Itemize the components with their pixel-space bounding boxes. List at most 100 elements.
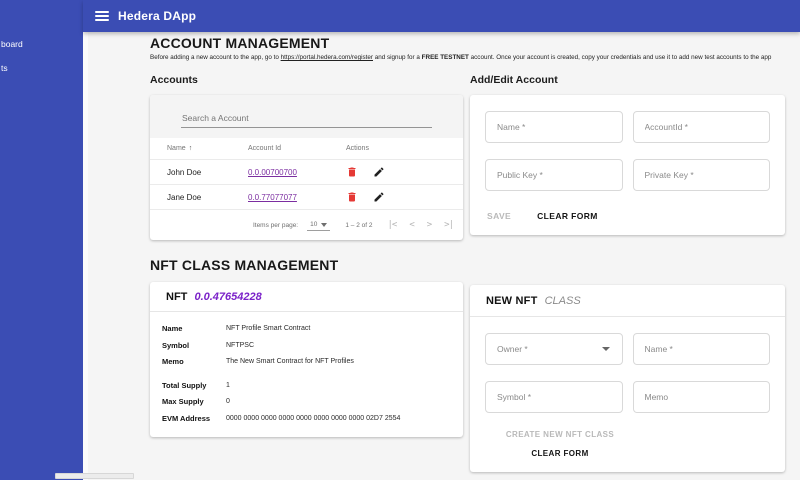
clear-nft-form-button[interactable]: CLEAR FORM [531, 449, 588, 458]
nft-symbol-input[interactable] [497, 392, 611, 402]
account-id-field[interactable] [632, 111, 770, 143]
public-key-field[interactable] [485, 159, 623, 191]
name-input[interactable] [497, 122, 611, 132]
public-key-input[interactable] [497, 170, 611, 180]
nft-detail-value: 1 [226, 381, 230, 389]
nft-detail-label: Name [162, 324, 183, 333]
add-edit-account-card: SAVE CLEAR FORM [470, 95, 785, 235]
account-name-cell: Jane Doe [167, 192, 202, 202]
new-nft-class-card: NEW NFT CLASS Owner * Name * Symbol * Me… [470, 285, 785, 472]
nft-detail-row: EVM Address 0000 0000 0000 0000 0000 000… [162, 411, 451, 428]
nft-card-header: NFT 0.0.47654228 [150, 282, 463, 312]
nft-detail-row: Max Supply 0 [162, 394, 451, 411]
owner-select-label: Owner * [497, 344, 528, 354]
nft-name-field[interactable] [632, 333, 770, 365]
nft-detail-row: Total Supply 1 [162, 378, 451, 395]
nft-title-prefix: NFT [166, 291, 188, 303]
delete-icon[interactable] [346, 166, 358, 178]
menu-icon[interactable] [95, 11, 109, 21]
previous-page-icon[interactable]: < [409, 220, 415, 230]
intro-mid: and signup for a [373, 54, 422, 61]
nft-details-card: NFT 0.0.47654228 Name NFT Profile Smart … [150, 282, 463, 437]
main-content: ACCOUNT MANAGEMENT Before adding a new a… [83, 32, 800, 480]
nft-name-input[interactable] [644, 344, 758, 354]
section-title-account-management: ACCOUNT MANAGEMENT [150, 35, 330, 51]
nft-detail-label: Symbol [162, 340, 190, 350]
nft-detail-row: Symbol NFTPSC [162, 338, 451, 355]
app-toolbar: Hedera DApp [83, 0, 800, 32]
column-header-actions: Actions [346, 145, 369, 152]
sidebar-item-accounts[interactable]: ts [0, 61, 83, 85]
intro-post: account. Once your account is created, c… [468, 54, 772, 61]
nft-detail-value: 0 [226, 398, 230, 405]
table-row: John Doe 0.0.00700700 [150, 160, 463, 185]
sidebar: board ts [0, 0, 83, 480]
nft-detail-label: Total Supply [162, 380, 207, 390]
page-size-select[interactable]: 10 [307, 219, 331, 231]
accounts-heading: Accounts [150, 74, 198, 86]
column-header-account-id[interactable]: Account Id [248, 145, 346, 152]
new-nft-title-bold: NEW NFT [486, 295, 538, 307]
nft-detail-value: NFTPSC [226, 341, 254, 349]
delete-icon[interactable] [346, 191, 358, 203]
account-id-link[interactable]: 0.0.77077077 [248, 193, 297, 202]
add-edit-account-section: Add/Edit Account Name * AccountId * Publ… [470, 61, 785, 235]
page-size-value: 10 [310, 221, 318, 228]
account-name-cell: John Doe [167, 167, 202, 177]
new-nft-class-section: NEW NFT CLASS Owner * Name * Symbol * Me… [470, 285, 785, 472]
intro-emph: FREE TESTNET [421, 54, 469, 61]
column-header-name-label: Name [167, 145, 186, 152]
name-field[interactable] [485, 111, 623, 143]
account-id-link[interactable]: 0.0.00700700 [248, 168, 297, 177]
paginator: Items per page: 10 1 – 2 of 2 |< < > >| [150, 210, 463, 240]
sidebar-item-dashboard[interactable]: board [0, 37, 83, 61]
account-id-input[interactable] [644, 122, 758, 132]
sort-arrow-icon: ↑ [188, 145, 193, 152]
chevron-down-icon [321, 222, 328, 227]
section-title-nft-class-management: NFT CLASS MANAGEMENT [150, 257, 339, 273]
nft-details-section: NFT 0.0.47654228 Name NFT Profile Smart … [150, 282, 463, 437]
chevron-down-icon [601, 347, 610, 351]
nft-detail-value: 0000 0000 0000 0000 0000 0000 0000 0000 … [226, 414, 401, 422]
accounts-card: Name↑ Account Id Actions John Doe 0.0.00… [150, 95, 463, 240]
last-page-icon[interactable]: >| [444, 220, 454, 230]
edit-icon[interactable] [373, 166, 385, 178]
nft-id: 0.0.47654228 [194, 291, 262, 303]
private-key-input[interactable] [644, 170, 758, 180]
create-new-nft-class-button[interactable]: CREATE NEW NFT CLASS [506, 430, 614, 439]
column-header-name[interactable]: Name ↑ [167, 145, 248, 152]
new-nft-class-header: NEW NFT CLASS [470, 285, 785, 317]
nft-symbol-field[interactable] [485, 381, 623, 413]
next-page-icon[interactable]: > [427, 220, 433, 230]
nft-memo-input[interactable] [644, 392, 758, 402]
accounts-table-header: Name ↑ Account Id Actions [150, 138, 463, 160]
nft-detail-row: Name NFT Profile Smart Contract [162, 321, 451, 338]
add-edit-account-heading: Add/Edit Account [470, 74, 558, 86]
portal-register-link[interactable]: https://portal.hedera.com/register [281, 54, 373, 61]
account-intro-text: Before adding a new account to the app, … [150, 54, 785, 61]
accounts-filter [150, 95, 463, 138]
paginator-range: 1 – 2 of 2 [345, 221, 373, 229]
private-key-field[interactable] [632, 159, 770, 191]
accounts-section: Accounts Name↑ Account Id Actions John D… [150, 61, 463, 240]
items-per-page-label: Items per page: [252, 221, 299, 229]
nft-detail-row: Memo The New Smart Contract for NFT Prof… [162, 354, 451, 371]
account-search-input[interactable] [181, 111, 432, 128]
nft-detail-label: EVM Address [162, 413, 211, 423]
edit-icon[interactable] [373, 191, 385, 203]
new-nft-title-italic: CLASS [544, 295, 581, 307]
sidebar-nav: board ts [0, 0, 83, 85]
clear-form-button[interactable]: CLEAR FORM [537, 211, 598, 221]
nft-detail-label: Memo [162, 357, 184, 366]
nft-detail-value: The New Smart Contract for NFT Profiles [226, 358, 354, 365]
app-title: Hedera DApp [118, 9, 197, 23]
nft-detail-value: NFT Profile Smart Contract [226, 325, 311, 332]
intro-pre: Before adding a new account to the app, … [150, 54, 281, 61]
save-button[interactable]: SAVE [487, 211, 511, 221]
owner-select[interactable]: Owner * [485, 333, 623, 365]
first-page-icon[interactable]: |< [387, 220, 397, 230]
nft-detail-label: Max Supply [162, 397, 204, 406]
nft-memo-field[interactable] [632, 381, 770, 413]
table-row: Jane Doe 0.0.77077077 [150, 185, 463, 210]
horizontal-scrollbar-thumb[interactable] [55, 473, 134, 479]
